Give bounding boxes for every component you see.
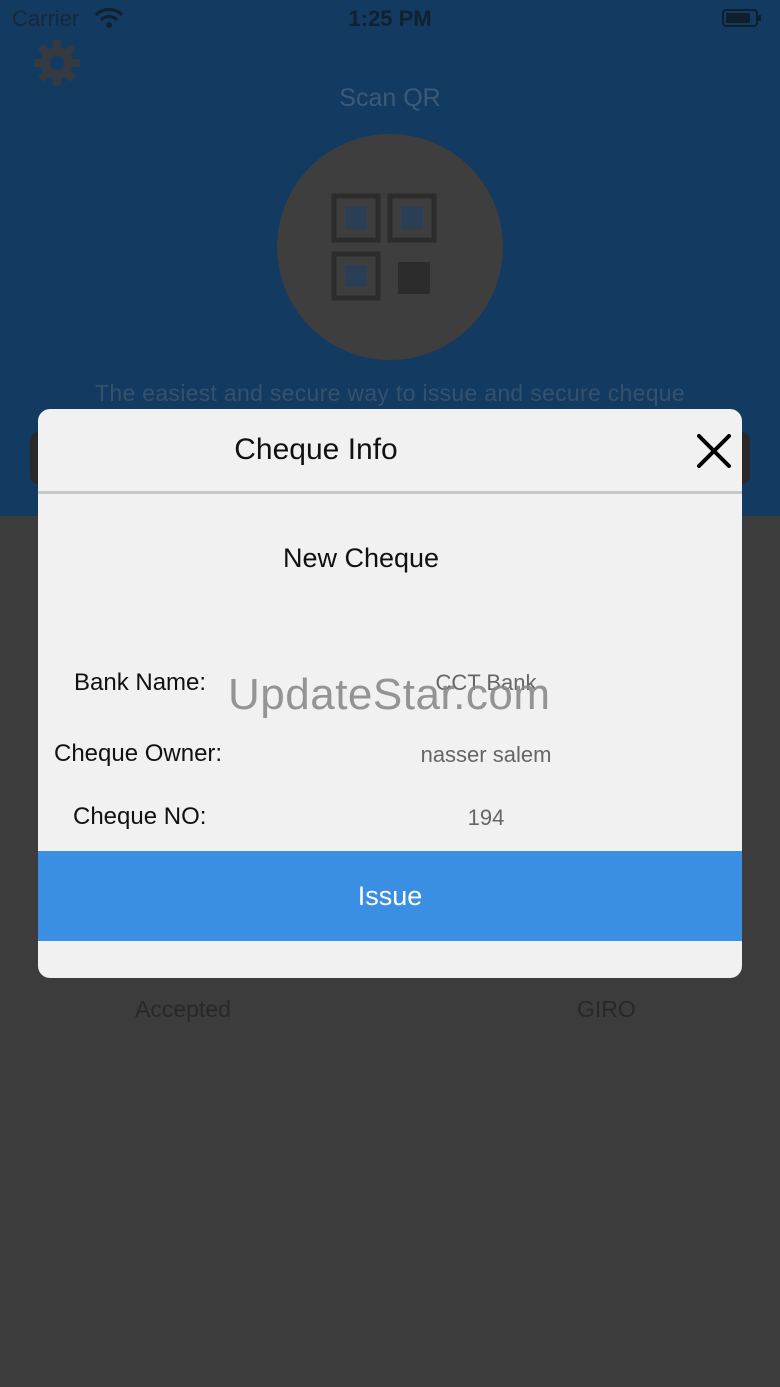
watermark-text: UpdateStar.com xyxy=(228,670,551,719)
modal-divider xyxy=(38,491,742,494)
battery-icon xyxy=(722,9,761,27)
app-screen: Carrier 1:25 PM Scan QR The easiest and … xyxy=(0,0,780,1387)
tagline-text: The easiest and secure way to issue and … xyxy=(95,380,685,406)
cheque-owner-label: Cheque Owner: xyxy=(54,740,223,767)
scan-qr-title: Scan QR xyxy=(339,84,441,112)
bank-name-label: Bank Name: xyxy=(74,669,207,696)
tab-accepted[interactable]: Accepted xyxy=(135,996,231,1023)
cheque-owner-value: nasser salem xyxy=(420,742,552,767)
status-bar: Carrier 1:25 PM xyxy=(0,0,780,40)
tab-giro[interactable]: GIRO xyxy=(577,996,636,1023)
cheque-number-label: Cheque NO: xyxy=(73,803,207,830)
status-time: 1:25 PM xyxy=(348,6,432,31)
close-icon[interactable] xyxy=(694,431,734,471)
modal-title: Cheque Info xyxy=(234,433,398,466)
issue-button[interactable]: Issue xyxy=(38,851,742,941)
cheque-number-value: 194 xyxy=(467,805,505,830)
gear-icon[interactable] xyxy=(32,38,82,88)
qr-code-icon xyxy=(331,193,437,301)
modal-subtitle: New Cheque xyxy=(282,543,440,573)
